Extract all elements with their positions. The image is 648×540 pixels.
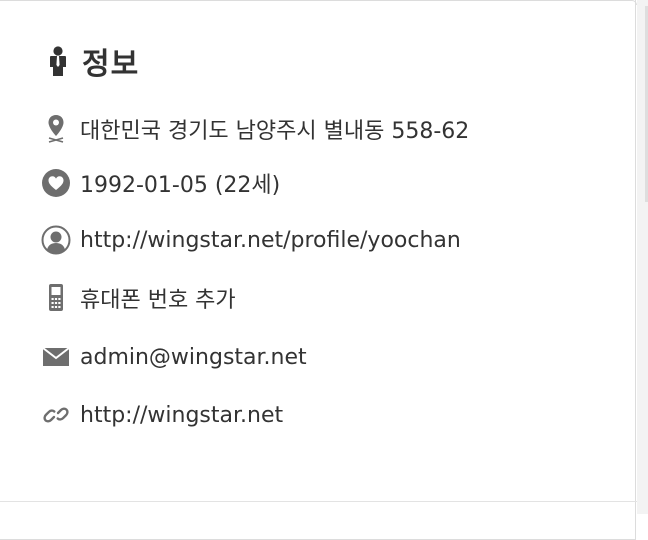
- email-link[interactable]: admin@wingstar.net: [80, 345, 307, 370]
- profile-link[interactable]: http://wingstar.net/profile/yoochan: [80, 228, 461, 253]
- info-row-phone: 휴대폰 번호 추가: [40, 281, 236, 315]
- add-phone-link[interactable]: 휴대폰 번호 추가: [80, 282, 236, 314]
- info-row-birthday: 1992-01-05 (22세): [40, 166, 280, 200]
- card-top-edge: [0, 0, 637, 5]
- birthday-text: 1992-01-05 (22세): [80, 173, 281, 198]
- website-link[interactable]: http://wingstar.net: [80, 403, 283, 428]
- section-divider: [0, 501, 637, 502]
- info-row-website: http://wingstar.net: [40, 398, 283, 432]
- envelope-icon: [40, 341, 72, 373]
- profile-user-icon: [40, 224, 72, 256]
- section-header: 정보: [47, 40, 139, 82]
- location-pin-icon: [40, 113, 72, 145]
- section-title: 정보: [82, 47, 140, 82]
- heart-icon: [40, 167, 72, 199]
- info-row-profile: http://wingstar.net/profile/yoochan: [40, 223, 461, 257]
- address-text: 대한민국 경기도 남양주시 별내동 558-62: [80, 119, 470, 144]
- page-background-strip: [637, 0, 648, 514]
- info-row-email: admin@wingstar.net: [40, 340, 307, 374]
- info-row-address: 대한민국 경기도 남양주시 별내동 558-62: [40, 112, 469, 146]
- person-icon: [47, 41, 69, 81]
- mobile-phone-icon: [40, 282, 72, 314]
- link-icon: [40, 399, 72, 431]
